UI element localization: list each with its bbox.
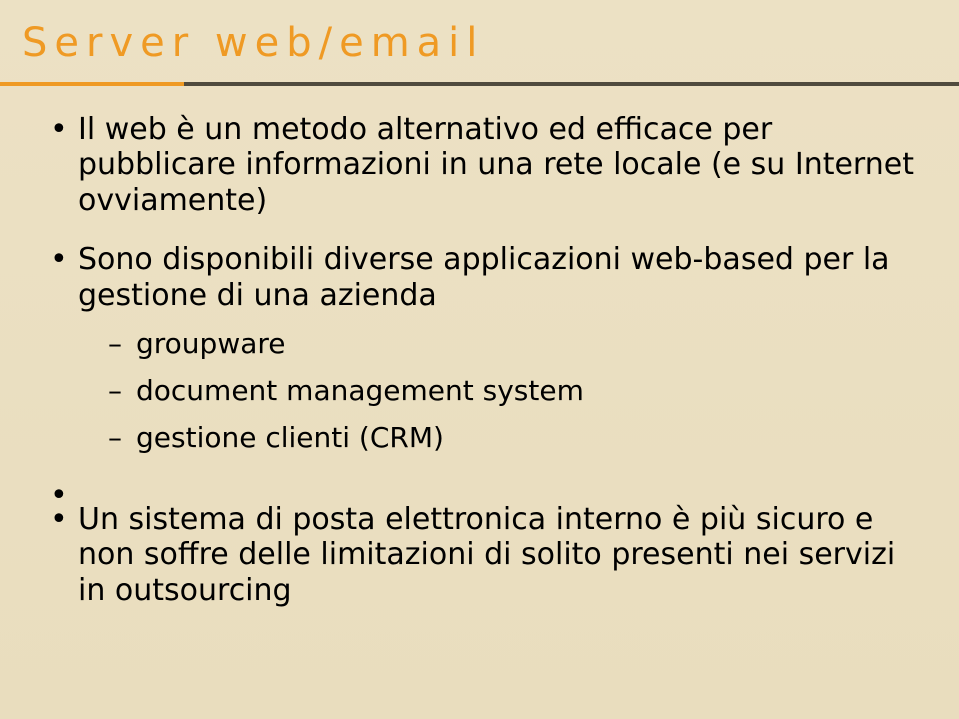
sub-bullet-item: groupware: [108, 327, 917, 360]
bullet-item: Il web è un metodo alternativo ed effica…: [48, 112, 917, 218]
bullet-text: Sono disponibili diverse applicazioni we…: [78, 242, 890, 312]
bullet-text: Il web è un metodo alternativo ed effica…: [78, 112, 914, 218]
sub-bullet-item: document management system: [108, 374, 917, 407]
bullet-item: Un sistema di posta elettronica interno …: [48, 502, 917, 608]
title-rule: [0, 82, 959, 86]
spacer: [48, 478, 917, 502]
sub-bullet-list: groupware document management system ges…: [78, 327, 917, 454]
slide-title: Server web/email: [0, 0, 959, 66]
sub-bullet-item: gestione clienti (CRM): [108, 421, 917, 454]
bullet-item: Sono disponibili diverse applicazioni we…: [48, 242, 917, 454]
sub-bullet-text: gestione clienti (CRM): [136, 421, 444, 454]
sub-bullet-text: document management system: [136, 374, 584, 407]
bullet-text: Un sistema di posta elettronica interno …: [78, 502, 895, 608]
bullet-list: Il web è un metodo alternativo ed effica…: [48, 112, 917, 608]
sub-bullet-text: groupware: [136, 327, 286, 360]
slide: Server web/email Il web è un metodo alte…: [0, 0, 959, 719]
slide-body: Il web è un metodo alternativo ed effica…: [48, 112, 917, 632]
